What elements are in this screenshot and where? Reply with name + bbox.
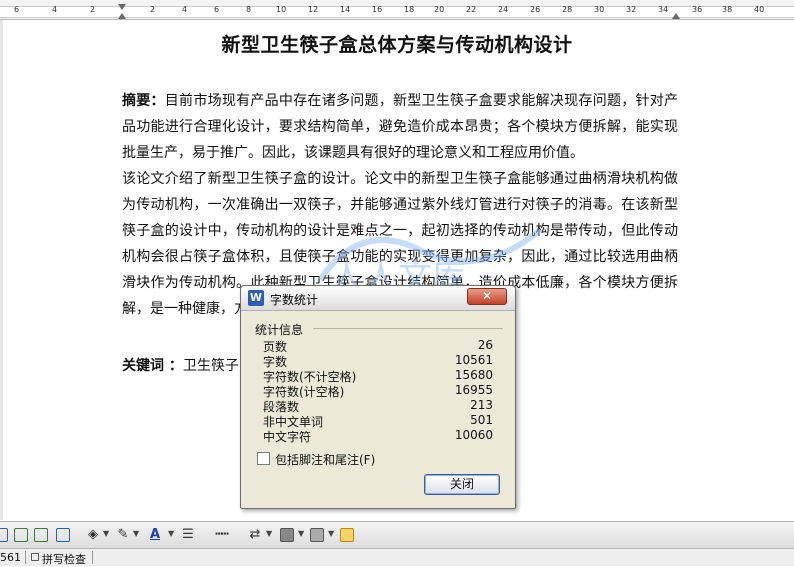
include-footnotes-label[interactable]: 包括脚注和尾注(F) [275,451,375,468]
keywords-label: 关键词 ： [122,358,183,374]
stat-row-chars-with-spaces: 字符数(计空格) 16955 [263,383,493,399]
stat-row-chinese-chars: 中文字符 10060 [263,428,493,444]
line-color-icon[interactable]: ✎ [116,527,130,543]
right-indent-marker[interactable] [672,13,680,19]
horizontal-ruler[interactable]: 6 4 2 2 4 6 8 10 12 14 16 18 20 22 24 26… [0,0,794,20]
close-icon[interactable]: ✕ [467,288,507,305]
chevron-down-icon[interactable]: ▼ [328,529,334,538]
chevron-down-icon[interactable]: ▼ [168,529,174,538]
abstract-paragraph[interactable]: 摘要：目前市场现有产品中存在诸多问题，新型卫生筷子盒要求能解决现存问题，针对产品… [122,88,678,166]
stat-value: 15680 [454,368,493,382]
status-position: 561 [0,551,21,564]
chevron-down-icon[interactable]: ▼ [298,529,304,538]
ruler-label: 28 [562,5,573,14]
stat-value: 10060 [454,428,493,442]
ruler-label: 16 [372,5,383,14]
stat-value: 10561 [454,353,493,367]
ruler-label: 36 [692,5,703,14]
stat-value: 16955 [454,383,493,397]
chevron-down-icon[interactable]: ▼ [266,529,272,538]
ruler-label: 18 [404,5,415,14]
abstract-label: 摘要： [122,93,165,109]
fill-color-icon[interactable]: ◈ [86,527,100,543]
ruler-label: 2 [90,5,96,14]
dialog-titlebar[interactable]: W 字数统计 ✕ [241,286,515,311]
ruler-label: 38 [722,5,733,14]
3d-style-icon[interactable] [310,528,324,542]
stat-label: 中文字符 [263,430,312,444]
shadow-style-icon[interactable] [280,528,294,542]
statistics-group-label: 统计信息 [255,323,304,337]
ruler-label: 32 [626,5,637,14]
ruler-label: 24 [498,5,509,14]
left-indent-marker[interactable] [118,13,126,19]
line-style-icon[interactable]: ☰ [180,527,196,543]
document-title: 新型卫生筷子盒总体方案与传动机构设计 [221,34,573,56]
spellcheck-icon[interactable] [31,553,39,561]
keywords-text: 卫生筷子 [182,358,239,374]
ruler-label: 10 [276,5,287,14]
ruler-label: 6 [14,5,20,14]
stat-value: 26 [477,338,493,352]
wps-writer-icon: W [248,290,264,306]
chart-icon[interactable] [56,528,70,542]
close-button[interactable]: 关闭 [424,474,500,495]
body-text: 该论文介绍了新型卫生筷子盒的设计。论文中的新型卫生筷子盒能够通过曲柄滑块机构做为… [122,171,678,291]
stat-row-words: 字数 10561 [263,353,493,369]
stat-row-chars-no-spaces: 字符数(不计空格) 15680 [263,368,493,384]
arrow-style-icon[interactable]: ⇄ [246,527,264,543]
abstract-text: 目前市场现有产品中存在诸多问题，新型卫生筷子盒要求能解决现存问题，针对产品功能进… [122,93,679,161]
dash-style-icon[interactable]: ┅┅ [212,527,230,543]
status-bar: 561 拼写检查 [0,548,794,566]
page-left-edge [0,20,3,520]
chevron-down-icon[interactable]: ▼ [103,529,109,538]
stat-value: 213 [470,398,493,412]
ruler-label: 22 [466,5,477,14]
ruler-label: 4 [182,5,188,14]
group-divider [313,328,503,329]
picture-from-file-icon[interactable] [34,528,48,542]
ruler-label: 2 [150,5,156,14]
stat-row-paragraphs: 段落数 213 [263,398,493,414]
stat-row-pages: 页数 26 [263,338,493,354]
ruler-label: 4 [52,5,58,14]
ruler-label: 34 [658,5,669,14]
ruler-label: 12 [308,5,319,14]
font-color-icon[interactable]: A [148,527,162,543]
insert-picture-icon[interactable] [0,528,8,542]
image-icon[interactable] [14,528,28,542]
stat-value: 501 [470,413,493,427]
ruler-label: 6 [214,5,220,14]
select-objects-icon[interactable] [340,528,354,542]
dialog-title: 字数统计 [270,293,319,307]
ruler-label: 26 [530,5,541,14]
word-count-dialog[interactable]: W 字数统计 ✕ 统计信息 页数 26 字数 10561 字符数(不计空格) 1… [240,285,516,509]
stat-row-non-chinese-words: 非中文单词 501 [263,413,493,429]
status-divider [92,551,93,564]
ruler-label: 8 [246,5,252,14]
ruler-label: 14 [340,5,351,14]
chevron-down-icon[interactable]: ▼ [133,529,139,538]
status-divider [25,551,26,564]
include-footnotes-checkbox[interactable] [257,452,270,465]
ruler-label: 30 [594,5,605,14]
ruler-label: 40 [754,5,765,14]
drawing-toolbar: ◈ ▼ ✎ ▼ A ▼ ☰ ┅┅ ⇄ ▼ ▼ ▼ [0,521,794,549]
first-line-indent-marker[interactable] [118,4,126,10]
ruler-label: 20 [434,5,445,14]
